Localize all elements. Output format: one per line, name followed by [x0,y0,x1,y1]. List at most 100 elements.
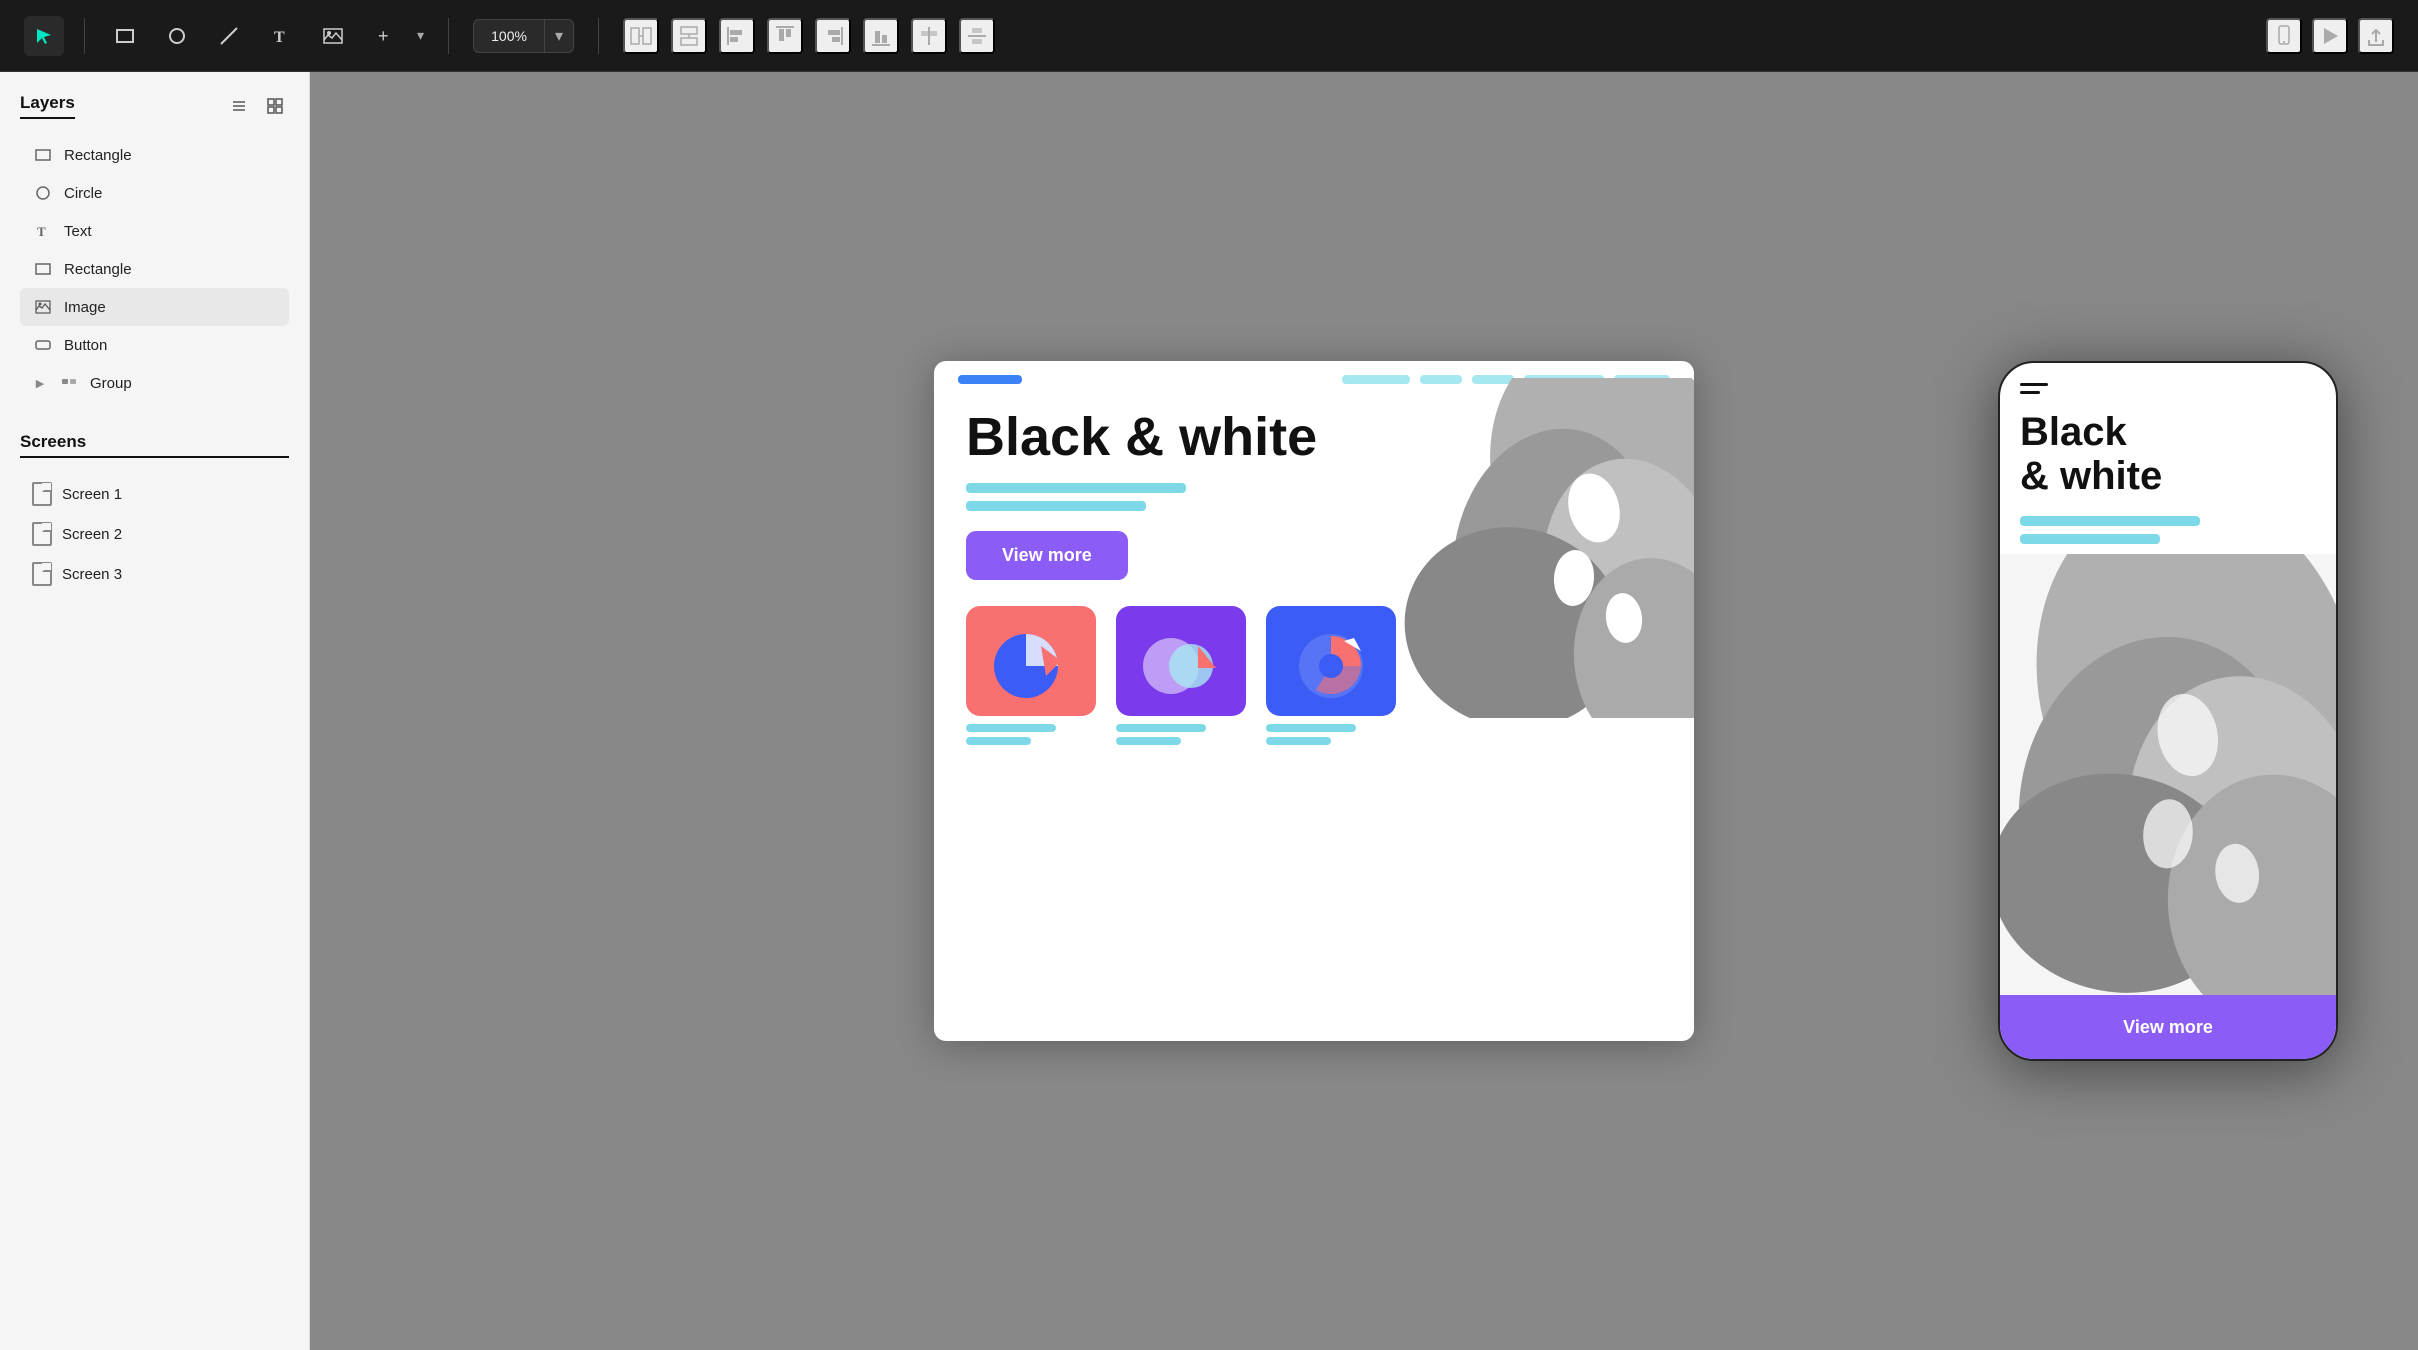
canvas-logo [958,375,1022,384]
card-2-graphic [1136,616,1226,706]
layers-grid-view[interactable] [261,92,289,120]
circle-tool[interactable] [157,16,197,56]
divider-2 [448,18,449,54]
card-2-line-1 [1116,724,1206,732]
share-btn[interactable] [2358,18,2394,54]
canvas-leaf-decoration [1334,378,1694,718]
align-right[interactable] [815,18,851,54]
layers-title: Layers [20,93,75,119]
hamburger-line-1 [2020,383,2048,386]
layer-item-circle[interactable]: Circle [20,174,289,212]
canvas-card-2 [1116,606,1246,716]
align-top[interactable] [767,18,803,54]
divider-3 [598,18,599,54]
align-distribute-h[interactable] [623,18,659,54]
add-tool[interactable]: + [365,16,405,56]
card-1-line-2 [966,737,1031,745]
text-line-2 [966,501,1146,511]
layer-item-rectangle-2[interactable]: Rectangle [20,250,289,288]
canvas-text-lines [966,483,1266,511]
layer-item-image[interactable]: Image [20,288,289,326]
svg-text:T: T [274,29,285,46]
select-tool[interactable] [24,16,64,56]
screens-section: Screens Screen 1 Screen 2 Screen 3 [0,412,309,594]
design-canvas[interactable]: Black & white View more [934,361,1694,1041]
mobile-leaf-svg [2000,554,2336,995]
rectangle-tool[interactable] [105,16,145,56]
align-tools-group [623,18,995,54]
screen-label-1: Screen 1 [62,486,122,503]
main-toolbar: T + ▾ 100% ▾ [0,0,2418,72]
toolbar-right [2266,18,2394,54]
screen-file-icon-3 [32,562,52,586]
card-2-line-2 [1116,737,1181,745]
device-preview-btn[interactable] [2266,18,2302,54]
zoom-control[interactable]: 100% ▾ [473,19,574,53]
mobile-title: Black& white [2000,402,2336,506]
canvas-card-col-2 [1116,606,1246,745]
card-3-line-2 [1266,737,1331,745]
screen-item-3[interactable]: Screen 3 [20,554,289,594]
mobile-preview: Black& white View [1998,361,2338,1061]
layer-label-text: Text [64,223,92,240]
leaf-svg [1334,378,1694,718]
card-3-line-1 [1266,724,1356,732]
layer-item-rectangle-1[interactable]: Rectangle [20,136,289,174]
layers-list-view[interactable] [225,92,253,120]
rect-icon-2 [32,258,54,280]
divider-1 [84,18,85,54]
svg-text:T: T [37,224,46,239]
layer-item-button[interactable]: Button [20,326,289,364]
add-dropdown-arrow[interactable]: ▾ [417,27,424,44]
zoom-dropdown[interactable]: ▾ [544,20,573,52]
layer-label-image: Image [64,299,106,316]
align-center-h[interactable] [671,18,707,54]
mobile-hamburger[interactable] [2020,383,2048,394]
image-layer-icon [32,296,54,318]
hamburger-line-2 [2020,391,2040,394]
canvas-card-1 [966,606,1096,716]
mobile-footer-btn[interactable]: View more [2000,995,2336,1059]
mobile-text-line-2 [2020,534,2160,544]
layer-label-rect-2: Rectangle [64,261,132,278]
play-btn[interactable] [2312,18,2348,54]
screen-item-2[interactable]: Screen 2 [20,514,289,554]
main-area: Layers Rectangle [0,72,2418,1350]
svg-text:+: + [378,26,389,46]
layers-header: Layers [20,92,289,120]
zoom-value: 100% [474,22,544,50]
mobile-leaf-area [2000,554,2336,995]
layer-label-circle: Circle [64,185,102,202]
align-distribute-v[interactable] [959,18,995,54]
sidebar: Layers Rectangle [0,72,310,1350]
group-layer-icon [58,372,80,394]
card-1-line-1 [966,724,1056,732]
canvas-card-col-1 [966,606,1096,745]
button-layer-icon [32,334,54,356]
screens-title: Screens [20,432,289,458]
image-tool[interactable] [313,16,353,56]
layers-view-icons [225,92,289,120]
layer-label-rect-1: Rectangle [64,147,132,164]
layer-label-group: Group [90,375,132,392]
align-left[interactable] [719,18,755,54]
align-center-v[interactable] [911,18,947,54]
text-tool[interactable]: T [261,16,301,56]
group-expand-icon: ▶ [32,375,48,391]
mobile-header [2000,363,2336,402]
align-bottom[interactable] [863,18,899,54]
line-tool[interactable] [209,16,249,56]
mobile-text-lines [2000,506,2336,554]
text-line-1 [966,483,1186,493]
screen-file-icon-1 [32,482,52,506]
canvas-view-more-btn[interactable]: View more [966,531,1128,580]
screen-item-1[interactable]: Screen 1 [20,474,289,514]
mobile-text-line-1 [2020,516,2200,526]
rect-icon [32,144,54,166]
layer-label-button: Button [64,337,107,354]
card-1-graphic [986,616,1076,706]
tool-group-left: T + ▾ [24,16,424,56]
layer-item-group[interactable]: ▶ Group [20,364,289,402]
layer-item-text[interactable]: T Text [20,212,289,250]
screen-label-2: Screen 2 [62,526,122,543]
